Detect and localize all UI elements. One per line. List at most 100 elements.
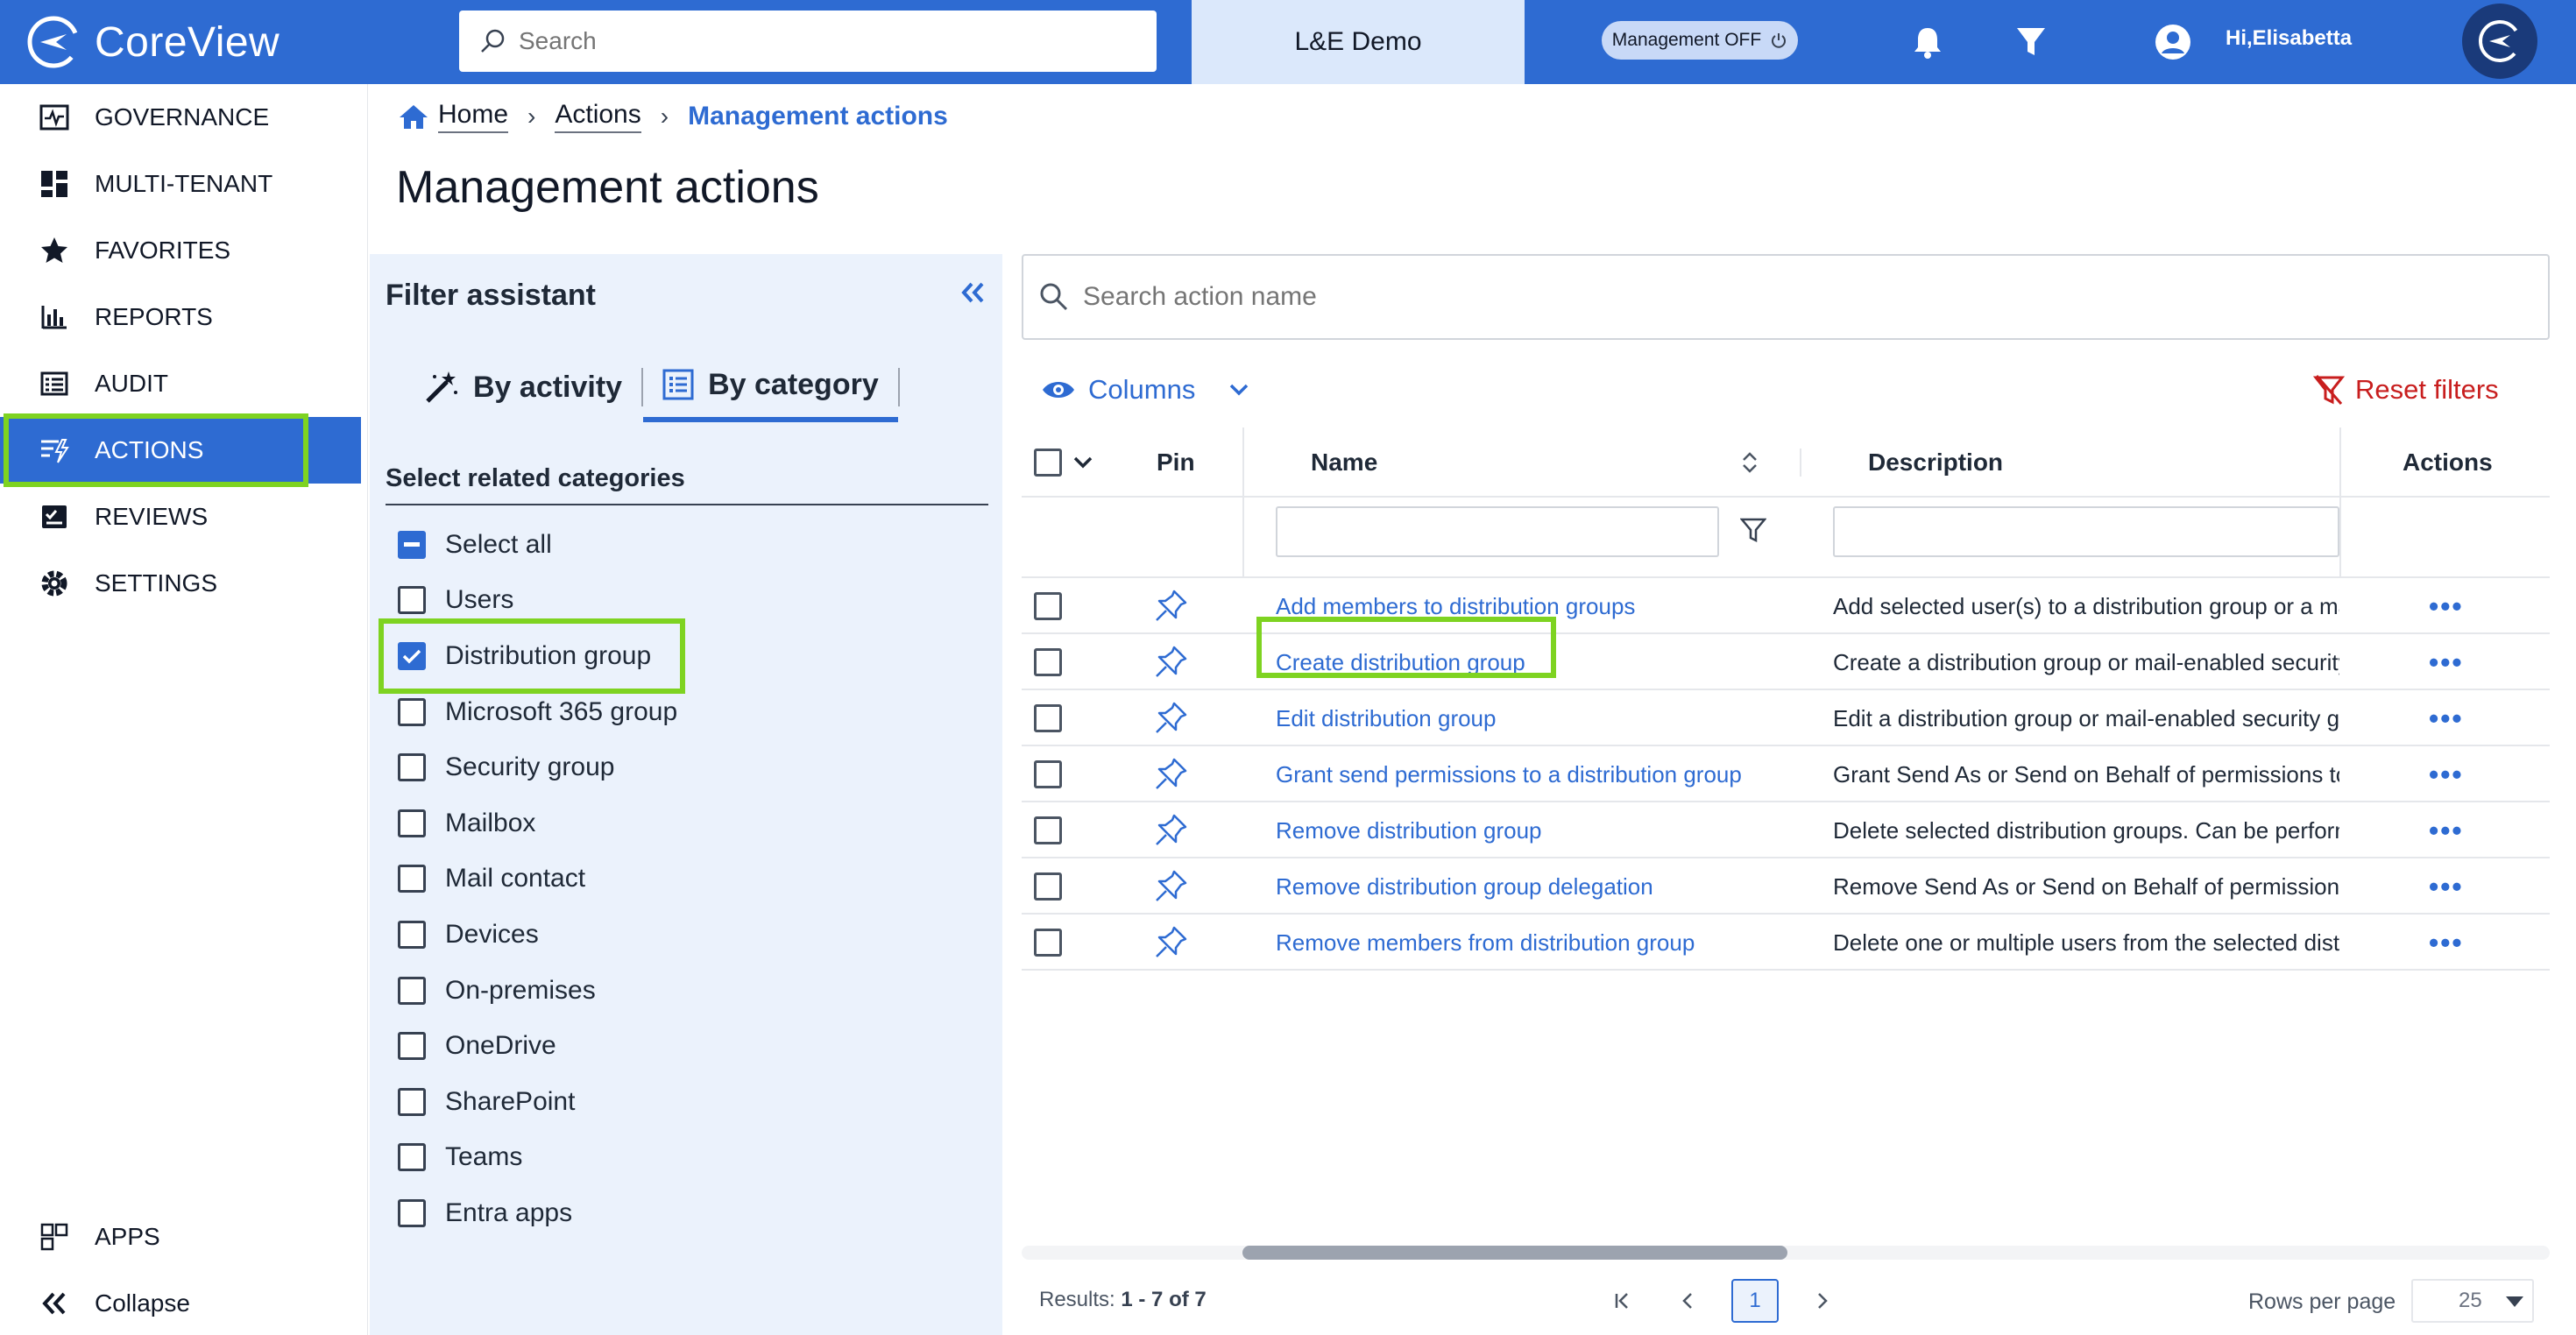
bell-icon[interactable] [1908,23,1947,61]
action-name-link[interactable]: Add members to distribution groups [1276,578,1635,634]
sidebar-item-actions[interactable]: ACTIONS [0,417,361,484]
category-checkbox[interactable] [398,1087,426,1116]
action-name-link[interactable]: Grant send permissions to a distribution… [1276,746,1742,802]
sidebar-item-governance[interactable]: GOVERNANCE [0,84,361,151]
table-row[interactable]: Create distribution group Create a distri… [1022,634,2550,690]
category-item[interactable]: Select all [398,517,677,573]
coreview-logo[interactable]: CoreView [25,12,280,72]
filter-icon[interactable] [2012,23,2050,61]
sidebar-item-settings[interactable]: SETTINGS [0,550,361,617]
pin-icon[interactable] [1153,858,1188,915]
row-checkbox[interactable] [1034,648,1062,676]
sidebar-item-reviews[interactable]: REVIEWS [0,484,361,550]
category-item[interactable]: Devices [398,907,677,963]
chevron-down-icon[interactable] [1221,368,1256,412]
category-item[interactable]: OneDrive [398,1018,677,1074]
row-checkbox[interactable] [1034,704,1062,732]
action-name-link[interactable]: Create distribution group [1276,634,1525,690]
name-filter-input[interactable] [1276,506,1719,557]
pin-icon[interactable] [1153,578,1188,634]
category-checkbox[interactable] [398,1198,426,1227]
horizontal-scrollbar[interactable] [1022,1246,2550,1260]
category-checkbox[interactable] [398,753,426,782]
sidebar-item-multi-tenant[interactable]: MULTI-TENANT [0,151,361,217]
category-item[interactable]: Security group [398,739,677,795]
category-checkbox[interactable] [398,641,426,670]
sort-icon[interactable] [1740,427,1759,498]
action-search-input[interactable] [1083,282,2485,312]
row-checkbox[interactable] [1034,816,1062,844]
user-greeting[interactable]: Hi,Elisabetta [2226,26,2352,51]
scrollbar-thumb[interactable] [1242,1246,1787,1260]
column-name[interactable]: Name [1311,427,1377,498]
header-checkbox[interactable] [1034,449,1062,477]
more-options-icon[interactable]: ••• [2429,802,2464,858]
filter-icon[interactable] [1739,517,1767,547]
category-checkbox[interactable] [398,1032,426,1061]
category-item[interactable]: Entra apps [398,1185,677,1241]
category-checkbox[interactable] [398,530,426,559]
action-name-link[interactable]: Edit distribution group [1276,690,1496,746]
pin-icon[interactable] [1153,915,1188,971]
more-options-icon[interactable]: ••• [2429,578,2464,634]
table-row[interactable]: Remove distribution group delegation Remo… [1022,858,2550,915]
collapse-panel-icon[interactable] [953,273,992,312]
action-name-link[interactable]: Remove distribution group delegation [1276,858,1653,915]
more-options-icon[interactable]: ••• [2429,746,2464,802]
category-checkbox[interactable] [398,809,426,837]
rows-per-page-select[interactable]: 25 [2411,1279,2534,1323]
more-options-icon[interactable]: ••• [2429,634,2464,690]
category-checkbox[interactable] [398,697,426,726]
category-item[interactable]: Mailbox [398,795,677,851]
current-page-button[interactable]: 1 [1731,1279,1779,1323]
next-page-icon[interactable] [1805,1281,1840,1321]
table-row[interactable]: Remove distribution group Delete selected… [1022,802,2550,858]
row-checkbox[interactable] [1034,929,1062,957]
columns-button[interactable]: Columns [1041,368,1195,412]
tenant-selector[interactable]: L&E Demo [1192,0,1525,84]
row-checkbox[interactable] [1034,760,1062,788]
description-filter-input[interactable] [1833,506,2339,557]
action-search[interactable] [1022,254,2550,340]
tab-by-category[interactable]: By category [643,352,898,422]
category-item[interactable]: Microsoft 365 group [398,684,677,740]
action-name-link[interactable]: Remove members from distribution group [1276,915,1695,971]
sidebar-item-audit[interactable]: AUDIT [0,350,361,417]
row-checkbox[interactable] [1034,872,1062,901]
table-row[interactable]: Grant send permissions to a distribution… [1022,746,2550,802]
more-options-icon[interactable]: ••• [2429,915,2464,971]
select-all-rows[interactable] [1034,427,1093,498]
reset-filters-button[interactable]: Reset filters [2313,368,2499,412]
category-checkbox[interactable] [398,586,426,615]
more-options-icon[interactable]: ••• [2429,690,2464,746]
sidebar-item-apps[interactable]: APPS [0,1204,361,1270]
pin-icon[interactable] [1153,634,1188,690]
category-item[interactable]: Teams [398,1130,677,1186]
tab-by-activity[interactable]: By activity [405,352,641,422]
table-row[interactable]: Add members to distribution groups Add se… [1022,578,2550,634]
chevron-down-icon[interactable] [1072,456,1093,470]
category-checkbox[interactable] [398,865,426,894]
category-checkbox[interactable] [398,920,426,949]
pin-icon[interactable] [1153,746,1188,802]
category-item[interactable]: Mail contact [398,851,677,908]
pin-icon[interactable] [1153,802,1188,858]
category-item[interactable]: On-premises [398,963,677,1019]
global-search-input[interactable] [519,27,1115,55]
breadcrumb-home[interactable]: Home [438,100,509,133]
more-options-icon[interactable]: ••• [2429,858,2464,915]
management-toggle[interactable]: Management OFF [1602,21,1798,60]
previous-page-icon[interactable] [1670,1281,1705,1321]
sidebar-item-favorites[interactable]: FAVORITES [0,217,361,284]
action-name-link[interactable]: Remove distribution group [1276,802,1542,858]
category-checkbox[interactable] [398,976,426,1005]
global-search[interactable] [459,11,1157,72]
table-row[interactable]: Edit distribution group Edit a distributi… [1022,690,2550,746]
category-item[interactable]: Users [398,573,677,629]
sidebar-collapse-button[interactable]: Collapse [0,1270,361,1335]
sidebar-item-reports[interactable]: REPORTS [0,284,361,350]
pin-icon[interactable] [1153,690,1188,746]
first-page-icon[interactable] [1605,1281,1640,1321]
category-checkbox[interactable] [398,1143,426,1172]
brand-badge[interactable] [2462,4,2537,79]
